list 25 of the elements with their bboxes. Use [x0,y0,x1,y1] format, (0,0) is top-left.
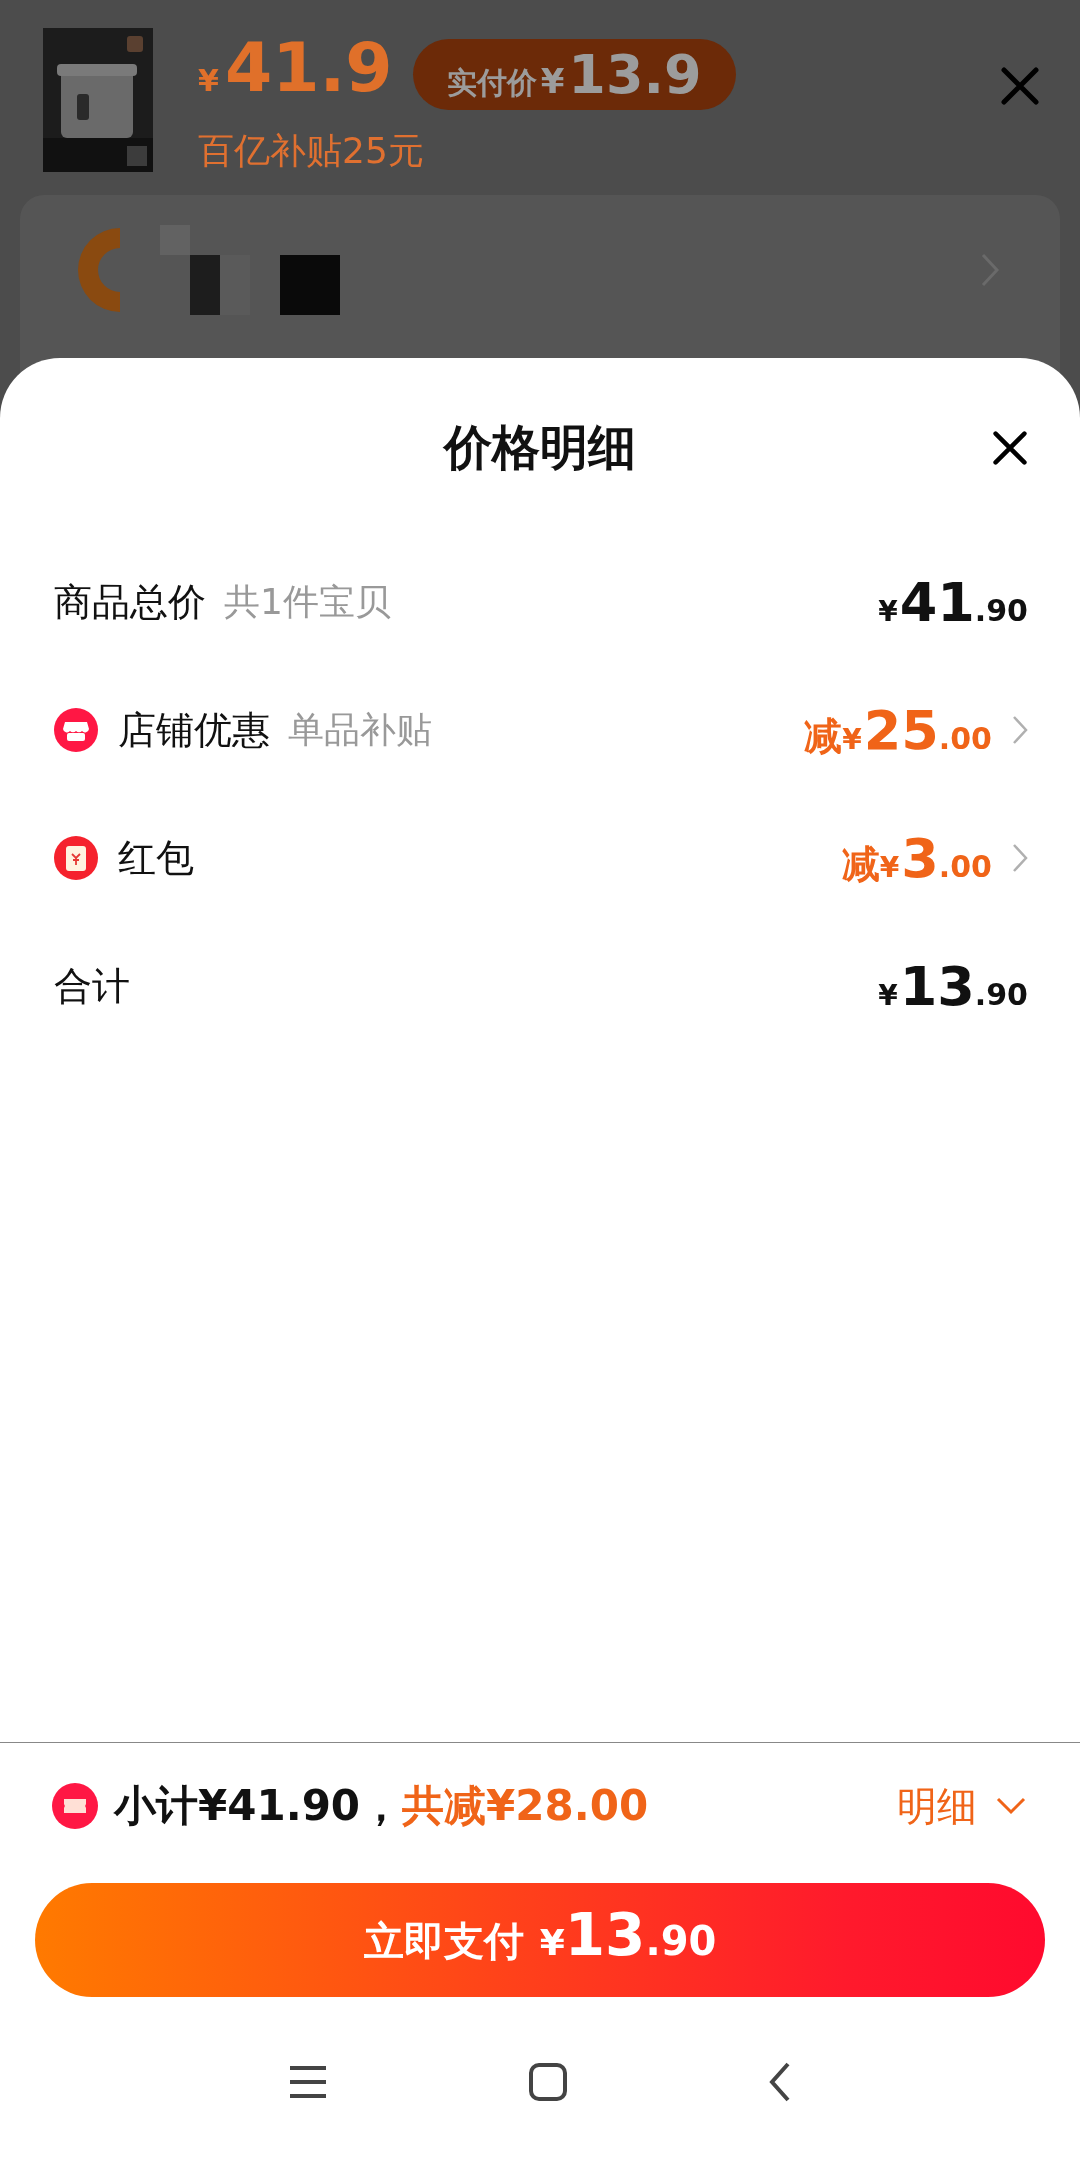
price-amount: ¥41.90 [878,570,1028,634]
detail-link[interactable]: 明细 [897,1778,1027,1834]
envelope-icon [54,836,98,880]
close-icon[interactable] [992,430,1028,466]
product-price: ¥41.9 [198,28,393,109]
row-label: 合计 [54,962,130,1010]
row-label: 店铺优惠 [118,706,270,754]
pay-button[interactable]: 立即支付 ¥13.90 [35,1883,1045,1997]
shop-icon [54,708,98,752]
subtotal-text: 小计¥41.90， [114,1780,403,1832]
price-amount: ¥13.90 [878,954,1028,1018]
row-note: 共1件宝贝 [224,579,391,624]
price-badge: 实付价¥13.9 [412,39,736,110]
discount-amount: 减¥25.00 [804,698,992,762]
saving-text: 共减¥28.00 [402,1780,649,1832]
row-label: 商品总价 [54,578,206,626]
sheet-title: 价格明细 [444,418,636,477]
row-label: 红包 [118,834,194,882]
coupon-icon [52,1783,98,1829]
menu-icon[interactable] [288,2065,328,2099]
row-note: 单品补贴 [288,707,432,752]
subsidy-text: 百亿补贴25元 [198,129,425,173]
back-icon[interactable] [768,2062,792,2102]
discount-amount: 减¥3.00 [841,826,992,890]
home-icon[interactable] [528,2062,568,2102]
